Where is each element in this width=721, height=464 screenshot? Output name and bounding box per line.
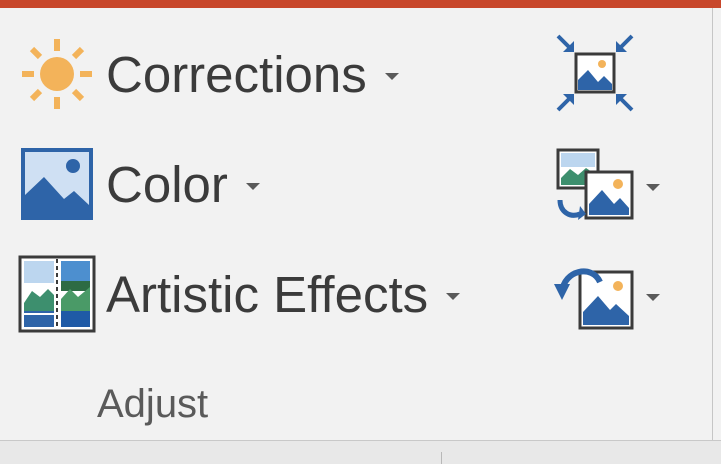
chevron-down-icon — [646, 183, 660, 191]
compress-pictures-icon — [552, 30, 638, 116]
color-button[interactable]: Color — [18, 144, 260, 224]
chevron-down-icon — [245, 182, 260, 190]
chevron-down-icon — [646, 293, 660, 301]
compress-pictures-button[interactable] — [552, 30, 638, 116]
ribbon-bottom-strip — [0, 441, 721, 464]
divider-tick — [441, 452, 442, 464]
chevron-down-icon — [446, 292, 461, 300]
change-picture-icon — [552, 142, 638, 228]
picture-color-icon — [18, 145, 96, 223]
group-divider — [712, 8, 713, 440]
color-label: Color — [106, 155, 228, 213]
ribbon-tab-accent-bar — [0, 0, 721, 8]
chevron-down-icon — [384, 72, 399, 80]
group-label-adjust: Adjust — [97, 382, 209, 426]
reset-picture-icon — [552, 252, 638, 338]
sun-icon — [18, 35, 96, 113]
corrections-label: Corrections — [106, 45, 367, 103]
change-picture-button[interactable] — [552, 142, 660, 228]
reset-picture-button[interactable] — [552, 252, 660, 338]
artistic-effects-label: Artistic Effects — [106, 265, 429, 323]
artistic-effects-icon — [18, 255, 96, 333]
corrections-button[interactable]: Corrections — [18, 34, 399, 114]
artistic-effects-button[interactable]: Artistic Effects — [18, 254, 461, 334]
